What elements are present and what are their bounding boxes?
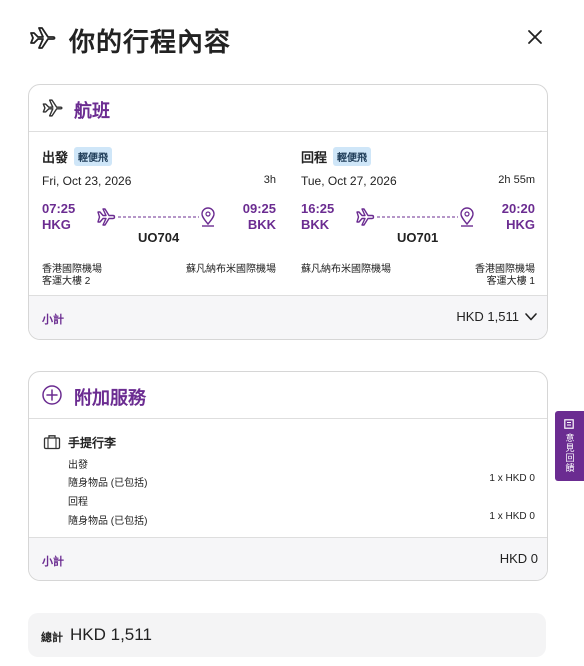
flight-section-title: 航班	[74, 101, 110, 121]
fare-badge: 輕便飛	[333, 147, 371, 166]
arrival-time: 09:25	[242, 201, 276, 216]
total-amount: HKD 1,511	[70, 625, 152, 644]
flight-card-header: 航班	[29, 85, 547, 132]
leg-direction: 出發	[42, 150, 69, 165]
baggage-direction: 回程	[68, 497, 88, 508]
departure-time: 07:25	[42, 201, 76, 216]
arrival-terminal: 客運大樓 1	[486, 276, 535, 287]
plane-icon	[42, 99, 63, 117]
leg-duration: 2h 55m	[498, 174, 535, 186]
flight-number: UO704	[138, 230, 180, 245]
location-pin-icon	[460, 207, 474, 227]
total-label: 總計	[41, 632, 63, 644]
close-icon[interactable]	[526, 28, 544, 46]
route-line	[97, 207, 215, 227]
addon-section-title: 附加服務	[74, 388, 146, 408]
location-pin-icon	[201, 207, 215, 227]
feedback-icon	[564, 419, 574, 429]
flight-card: 航班 出發 輕便飛 Fri, Oct 23, 2026 3h 07:25 HKG…	[28, 84, 548, 340]
departure-airport: 蘇凡納布米國際機場	[301, 264, 391, 275]
baggage-item-desc: 隨身物品 (已包括)	[68, 478, 148, 489]
baggage-item-qty: 1 x HKD 0	[489, 511, 535, 522]
departure-terminal: 客運大樓 2	[42, 276, 91, 287]
arrival-code: HKG	[506, 217, 535, 232]
subtotal-amount: HKD 0	[499, 551, 538, 566]
total-row: 總計 HKD 1,511	[28, 613, 546, 657]
leg-duration: 3h	[263, 174, 276, 186]
arrival-code: BKK	[247, 217, 276, 232]
baggage-icon	[43, 435, 61, 450]
flight-subtotal-row[interactable]: 小計 HKD 1,511	[29, 295, 547, 339]
plane-icon	[30, 27, 56, 49]
baggage-item-qty: 1 x HKD 0	[489, 473, 535, 484]
chevron-down-icon[interactable]	[524, 311, 538, 323]
subtotal-label: 小計	[42, 556, 64, 568]
arrival-airport: 蘇凡納布米國際機場	[186, 264, 276, 275]
page-header: 你的行程內容	[28, 20, 556, 60]
page-title: 你的行程內容	[69, 27, 232, 57]
baggage-title: 手提行李	[68, 436, 117, 450]
baggage-direction: 出發	[68, 460, 88, 471]
baggage-item-desc: 隨身物品 (已包括)	[68, 516, 148, 527]
leg-date: Fri, Oct 23, 2026	[42, 174, 132, 188]
leg-date: Tue, Oct 27, 2026	[301, 174, 397, 188]
plus-circle-icon	[42, 385, 62, 405]
feedback-label: 意見回饋	[565, 433, 575, 473]
feedback-tab[interactable]: 意見回饋	[555, 411, 584, 481]
subtotal-label: 小計	[42, 314, 64, 326]
arrival-time: 20:20	[501, 201, 535, 216]
subtotal-amount: HKD 1,511	[456, 309, 519, 324]
return-leg: 回程 輕便飛 Tue, Oct 27, 2026 2h 55m 16:25 BK…	[301, 147, 535, 297]
addon-card: 附加服務 手提行李 出發 隨身物品 (已包括) 1 x HKD 0 回程 隨身物…	[28, 371, 548, 581]
outbound-leg: 出發 輕便飛 Fri, Oct 23, 2026 3h 07:25 HKG 09…	[42, 147, 276, 297]
fare-badge: 輕便飛	[74, 147, 112, 166]
plane-icon	[97, 208, 116, 226]
departure-code: HKG	[42, 217, 71, 232]
flight-number: UO701	[397, 230, 439, 245]
departure-code: BKK	[301, 217, 330, 232]
route-line	[356, 207, 474, 227]
plane-icon	[356, 208, 375, 226]
leg-direction: 回程	[301, 150, 328, 165]
addon-subtotal-row: 小計 HKD 0	[29, 537, 547, 580]
departure-time: 16:25	[301, 201, 335, 216]
addon-card-header: 附加服務	[29, 372, 547, 419]
